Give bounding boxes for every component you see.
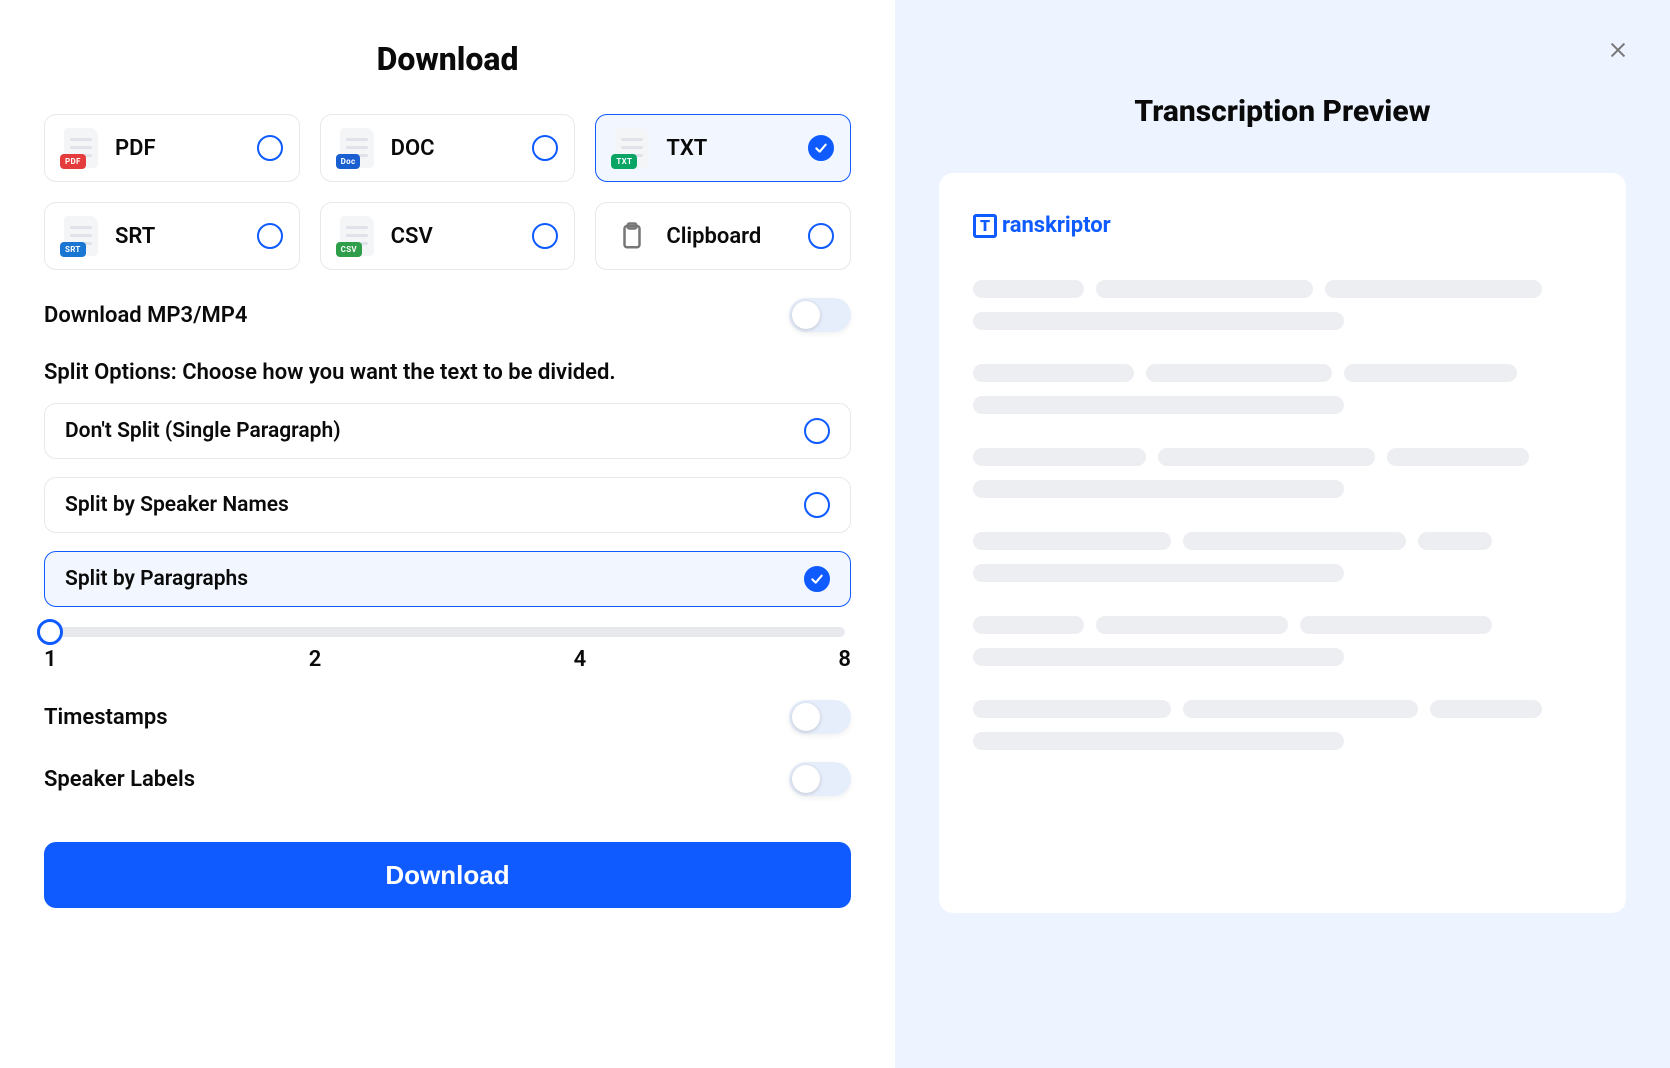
slider-thumb[interactable] [37, 619, 63, 645]
skeleton-bar [1325, 280, 1542, 298]
download-panel: Download PDFPDFDocDOCTXTTXTSRTSRTCSVCSVC… [0, 0, 895, 1068]
skeleton-block-4 [973, 616, 1592, 666]
format-radio-clipboard [808, 223, 834, 249]
format-label-srt: SRT [115, 224, 243, 249]
skeleton-block-2 [973, 448, 1592, 498]
file-pdf-icon: PDF [61, 126, 101, 170]
download-media-label: Download MP3/MP4 [44, 303, 247, 328]
timestamps-row: Timestamps [44, 700, 851, 734]
close-icon [1607, 39, 1629, 61]
split-radio-1 [804, 492, 830, 518]
preview-title: Transcription Preview [939, 94, 1626, 129]
skeleton-block-3 [973, 532, 1592, 582]
skeleton-bar [973, 480, 1344, 498]
skeleton-block-0 [973, 280, 1592, 330]
slider-mark-8: 8 [838, 647, 851, 672]
format-option-doc[interactable]: Doc DOC [320, 114, 576, 182]
format-radio-srt [257, 223, 283, 249]
brand-name: ranskriptor [1002, 213, 1111, 238]
skeleton-bar [1430, 700, 1541, 718]
slider-mark-2: 2 [309, 647, 322, 672]
format-radio-pdf [257, 135, 283, 161]
slider-labels: 1 2 4 8 [44, 647, 851, 672]
format-label-pdf: PDF [115, 136, 243, 161]
format-option-srt[interactable]: SRT SRT [44, 202, 300, 270]
skeleton-bar [1096, 280, 1313, 298]
download-button[interactable]: Download [44, 842, 851, 908]
timestamps-toggle[interactable] [789, 700, 851, 734]
brand-letter: T [980, 218, 990, 234]
split-option-label-0: Don't Split (Single Paragraph) [65, 419, 341, 443]
skeleton-bar [973, 732, 1344, 750]
split-radio-2 [804, 566, 830, 592]
skeleton-bar [1418, 532, 1492, 550]
format-option-clipboard[interactable]: Clipboard [595, 202, 851, 270]
skeleton-bar [973, 700, 1171, 718]
split-option-2[interactable]: Split by Paragraphs [44, 551, 851, 607]
format-label-csv: CSV [391, 224, 519, 249]
format-label-txt: TXT [666, 136, 794, 161]
skeleton-bar [973, 564, 1344, 582]
preview-card: T ranskriptor [939, 173, 1626, 913]
skeleton-block-1 [973, 364, 1592, 414]
preview-panel: Transcription Preview T ranskriptor [895, 0, 1670, 1068]
speaker-labels-toggle[interactable] [789, 762, 851, 796]
split-option-0[interactable]: Don't Split (Single Paragraph) [44, 403, 851, 459]
timestamps-label: Timestamps [44, 705, 168, 730]
skeleton-bar [1344, 364, 1517, 382]
speaker-labels-label: Speaker Labels [44, 767, 195, 792]
close-button[interactable] [1604, 36, 1632, 64]
skeleton-bar [973, 532, 1171, 550]
split-radio-0 [804, 418, 830, 444]
skeleton-bar [973, 364, 1134, 382]
skeleton-bar [973, 280, 1084, 298]
format-option-pdf[interactable]: PDF PDF [44, 114, 300, 182]
file-csv-icon: CSV [337, 214, 377, 258]
format-grid: PDF PDF Doc DOC TXT TXT SRT SRT CSV CSV Clipboard [44, 114, 851, 270]
format-radio-csv [532, 223, 558, 249]
format-label-clipboard: Clipboard [666, 224, 794, 249]
download-media-row: Download MP3/MP4 [44, 298, 851, 332]
skeleton-block-5 [973, 700, 1592, 750]
file-txt-icon: TXT [612, 126, 652, 170]
paragraph-slider: 1 2 4 8 [44, 627, 851, 672]
format-option-txt[interactable]: TXT TXT [595, 114, 851, 182]
slider-mark-4: 4 [574, 647, 587, 672]
split-option-label-2: Split by Paragraphs [65, 567, 248, 591]
skeleton-bar [973, 396, 1344, 414]
split-option-1[interactable]: Split by Speaker Names [44, 477, 851, 533]
format-radio-doc [532, 135, 558, 161]
skeleton-bar [1146, 364, 1332, 382]
skeleton-bar [973, 616, 1084, 634]
brand-badge-icon: T [973, 214, 997, 238]
speaker-labels-row: Speaker Labels [44, 762, 851, 796]
slider-track[interactable] [50, 627, 845, 637]
format-radio-txt [808, 135, 834, 161]
file-srt-icon: SRT [61, 214, 101, 258]
skeleton-bar [973, 648, 1344, 666]
split-options-heading: Split Options: Choose how you want the t… [44, 360, 851, 385]
skeleton-bar [1387, 448, 1529, 466]
brand-logo: T ranskriptor [973, 213, 1592, 238]
preview-skeleton [973, 280, 1592, 750]
skeleton-bar [1183, 532, 1406, 550]
split-options-list: Don't Split (Single Paragraph) Split by S… [44, 403, 851, 625]
skeleton-bar [1300, 616, 1492, 634]
format-option-csv[interactable]: CSV CSV [320, 202, 576, 270]
skeleton-bar [1183, 700, 1418, 718]
clipboard-icon [612, 214, 652, 258]
download-media-toggle[interactable] [789, 298, 851, 332]
slider-mark-1: 1 [44, 647, 57, 672]
skeleton-bar [973, 312, 1344, 330]
file-doc-icon: Doc [337, 126, 377, 170]
skeleton-bar [1158, 448, 1375, 466]
skeleton-bar [973, 448, 1146, 466]
skeleton-bar [1096, 616, 1288, 634]
format-label-doc: DOC [391, 136, 519, 161]
download-button-label: Download [385, 860, 509, 891]
download-title: Download [44, 40, 851, 78]
split-option-label-1: Split by Speaker Names [65, 493, 289, 517]
